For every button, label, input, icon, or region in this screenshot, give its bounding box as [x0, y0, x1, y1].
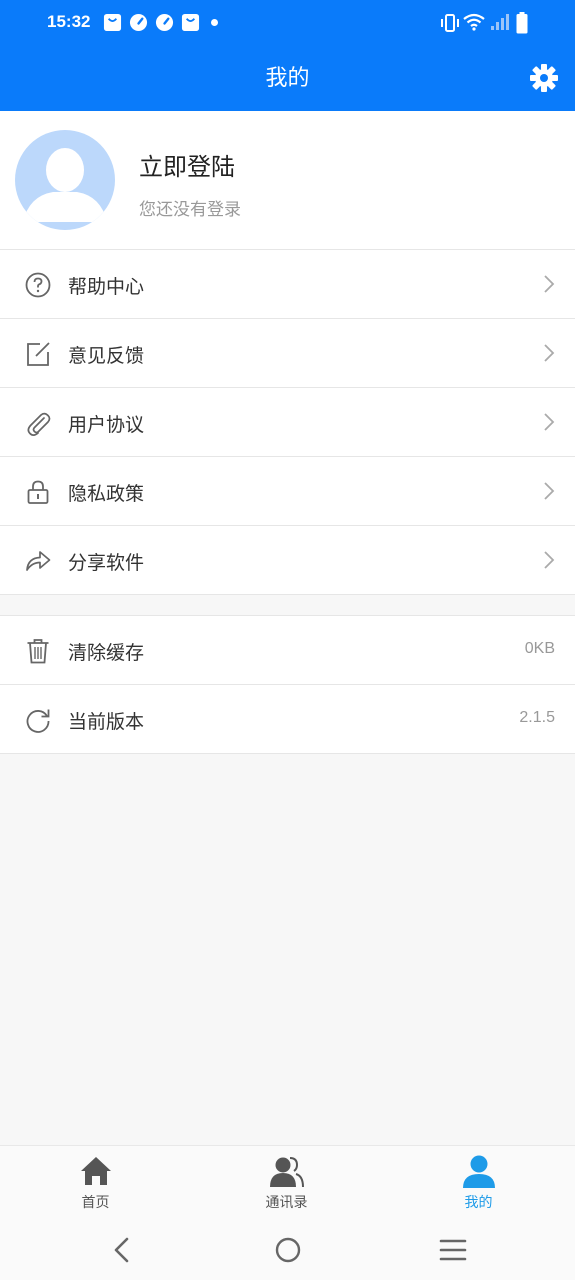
tab-contacts[interactable]: 通讯录 [191, 1146, 382, 1222]
paperclip-icon [27, 412, 51, 436]
home-circle-icon[interactable] [273, 1235, 303, 1265]
login-status-text: 您还没有登录 [139, 200, 241, 220]
speedometer-icon [129, 13, 148, 32]
menu-item-feedback[interactable]: 意见反馈 [0, 319, 575, 388]
chevron-right-icon [544, 413, 555, 431]
profile-card[interactable]: 立即登陆 您还没有登录 [0, 111, 575, 250]
menu-item-label: 意见反馈 [68, 345, 145, 367]
bottom-tab-bar: 首页 通讯录 我的 [0, 1145, 575, 1221]
refresh-icon [26, 709, 50, 733]
page-title: 我的 [265, 66, 310, 91]
chevron-right-icon [544, 344, 555, 362]
tab-label: 我的 [464, 1195, 493, 1211]
tab-label: 通讯录 [265, 1195, 308, 1211]
default-avatar-icon[interactable] [15, 130, 115, 230]
menu-group-primary: 帮助中心 意见反馈 用户协议 隐私政策 分享软件 [0, 250, 575, 595]
menu-item-label: 清除缓存 [68, 642, 145, 664]
home-icon [80, 1157, 111, 1185]
person-icon [462, 1155, 495, 1188]
wifi-icon [463, 13, 485, 31]
menu-item-label: 帮助中心 [68, 276, 145, 298]
status-time: 15:32 [47, 12, 91, 31]
menu-item-privacy[interactable]: 隐私政策 [0, 457, 575, 526]
help-circle-icon [25, 272, 51, 298]
vibrate-icon [441, 14, 459, 32]
tab-home[interactable]: 首页 [0, 1146, 191, 1222]
menu-item-label: 用户协议 [68, 414, 145, 436]
menu-lines-icon[interactable] [438, 1235, 468, 1265]
battery-icon [516, 12, 528, 34]
menu-group-secondary: 清除缓存 0KB 当前版本 2.1.5 [0, 615, 575, 754]
menu-item-help[interactable]: 帮助中心 [0, 250, 575, 319]
speedometer-icon [155, 13, 174, 32]
chevron-right-icon [544, 551, 555, 569]
tab-label: 首页 [81, 1195, 110, 1211]
menu-item-label: 当前版本 [68, 711, 145, 733]
status-bar: 15:32 [0, 0, 575, 46]
contacts-icon [269, 1157, 304, 1188]
menu-item-label: 隐私政策 [68, 483, 145, 505]
lock-icon [27, 480, 49, 504]
menu-item-user-agreement[interactable]: 用户协议 [0, 388, 575, 457]
chevron-right-icon [544, 275, 555, 293]
version-value: 2.1.5 [519, 709, 555, 726]
trash-icon [27, 639, 49, 664]
login-link[interactable]: 立即登陆 [139, 147, 235, 182]
menu-item-clear-cache[interactable]: 清除缓存 0KB [0, 616, 575, 685]
bag-notification-icon [103, 13, 122, 32]
menu-item-version[interactable]: 当前版本 2.1.5 [0, 685, 575, 754]
back-icon[interactable] [107, 1235, 137, 1265]
header-bar: 15:32 我的 [0, 0, 575, 111]
bag-notification-icon [181, 13, 200, 32]
signal-icon [491, 14, 509, 30]
edit-note-icon [27, 342, 50, 366]
menu-item-label: 分享软件 [68, 552, 145, 574]
system-nav-bar [0, 1221, 575, 1280]
share-arrow-icon [26, 551, 51, 571]
tab-mine[interactable]: 我的 [383, 1146, 574, 1222]
menu-item-share[interactable]: 分享软件 [0, 526, 575, 595]
cache-size-value: 0KB [524, 640, 555, 657]
chevron-right-icon [544, 482, 555, 500]
gear-icon[interactable] [529, 63, 559, 93]
dot-icon [211, 19, 218, 26]
